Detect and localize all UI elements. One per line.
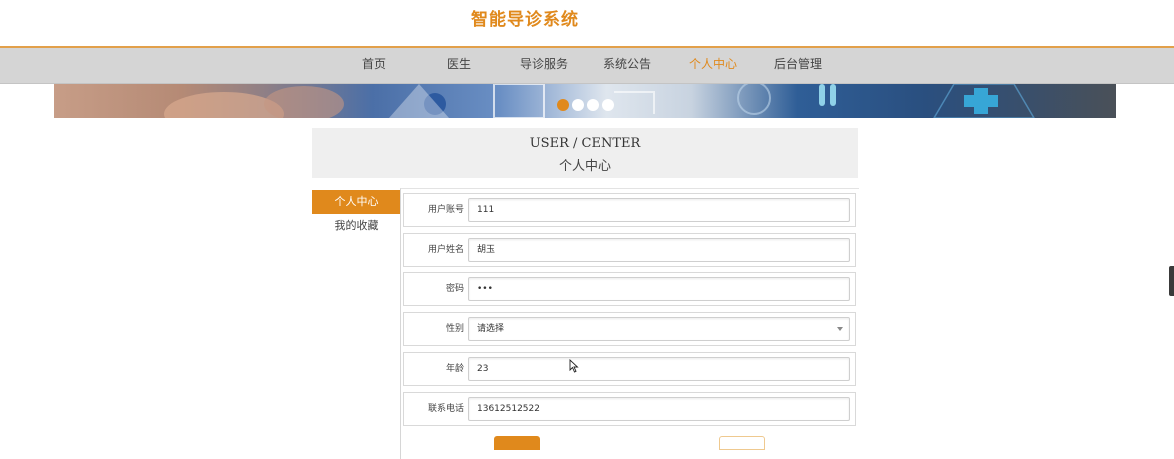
age-label: 年龄 (445, 364, 464, 374)
sidebar-item-personal-center[interactable]: 个人中心 (312, 190, 401, 214)
carousel-dot-2[interactable] (572, 99, 584, 111)
form-row-gender: 性别 请选择 (403, 312, 856, 346)
carousel-dot-3[interactable] (587, 99, 599, 111)
nav-item-home[interactable]: 首页 (362, 48, 386, 83)
nav-item-personal-center[interactable]: 个人中心 (689, 48, 737, 83)
sidebar-item-favorites[interactable]: 我的收藏 (312, 214, 401, 238)
nav-item-announcements[interactable]: 系统公告 (603, 48, 651, 83)
gender-select-value: 请选择 (477, 324, 505, 334)
section-title-en: USER / CENTER (529, 136, 641, 151)
sidebar-menu: 个人中心 我的收藏 (312, 190, 401, 238)
logout-button[interactable] (719, 436, 765, 450)
nav-item-doctors[interactable]: 医生 (447, 48, 471, 83)
section-title-cn: 个人中心 (558, 159, 611, 174)
chevron-down-icon (837, 327, 843, 331)
phone-input[interactable]: 13612512522 (468, 397, 850, 421)
name-label: 用户姓名 (427, 245, 464, 255)
carousel-dot-1[interactable] (557, 99, 569, 111)
password-label: 密码 (445, 284, 464, 294)
mouse-pointer-icon (569, 359, 579, 373)
banner-graphic (164, 84, 1035, 118)
name-input[interactable]: 胡玉 (468, 238, 850, 262)
section-header: USER / CENTER 个人中心 (312, 128, 858, 178)
nav-item-admin[interactable]: 后台管理 (774, 48, 822, 83)
update-button[interactable] (494, 436, 540, 450)
site-title: 智能导诊系统 (471, 10, 579, 30)
gender-label: 性别 (445, 324, 464, 334)
age-input[interactable]: 23 (468, 357, 850, 381)
nav-item-guide-service[interactable]: 导诊服务 (520, 48, 568, 83)
form-row-phone: 联系电话 13612512522 (403, 392, 856, 426)
form-row-name: 用户姓名 胡玉 (403, 233, 856, 267)
main-nav: 首页 医生 导诊服务 系统公告 个人中心 后台管理 (0, 48, 1174, 84)
form-row-age: 年龄 23 (403, 352, 856, 386)
carousel-dot-4[interactable] (602, 99, 614, 111)
form-row-password: 密码 ••• (403, 272, 856, 306)
scrollbar-thumb[interactable] (1169, 266, 1174, 296)
account-label: 用户账号 (427, 205, 464, 215)
phone-label: 联系电话 (427, 404, 464, 414)
password-input[interactable]: ••• (468, 277, 850, 301)
account-input[interactable]: 111 (468, 198, 850, 222)
banner-image (54, 84, 1116, 118)
gender-select[interactable]: 请选择 (468, 317, 850, 341)
form-row-account: 用户账号 111 (403, 193, 856, 227)
